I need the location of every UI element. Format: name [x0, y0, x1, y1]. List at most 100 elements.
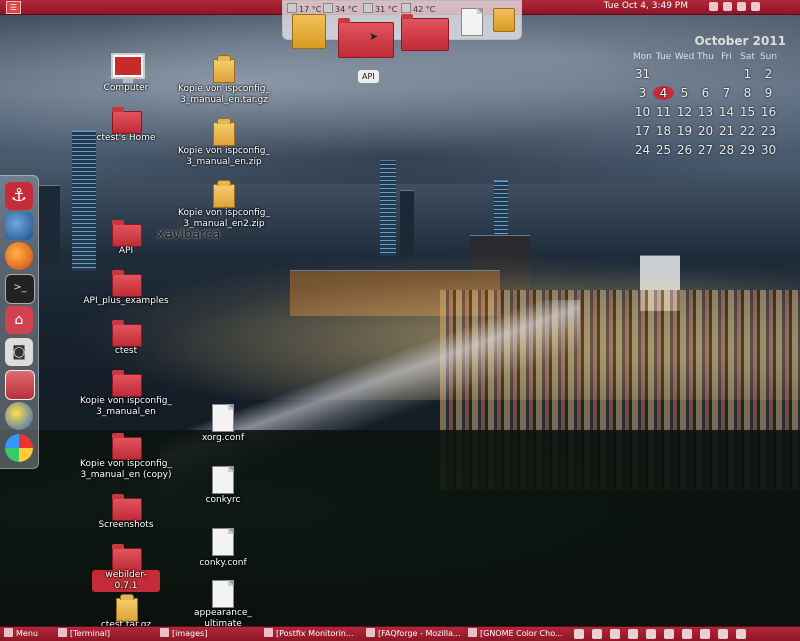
- calendar-day[interactable]: 27: [695, 143, 716, 157]
- battery-icon[interactable]: [737, 2, 746, 11]
- calendar-day[interactable]: 14: [716, 105, 737, 119]
- folder-icon[interactable]: [112, 494, 142, 521]
- tray-icon[interactable]: [646, 629, 656, 639]
- calendar-day[interactable]: 4: [653, 86, 674, 100]
- calendar-day[interactable]: 19: [674, 124, 695, 138]
- calendar-day[interactable]: 25: [653, 143, 674, 157]
- tray-icon[interactable]: [574, 629, 584, 639]
- package-icon[interactable]: [493, 8, 515, 32]
- ubuntu-menu-icon[interactable]: ☰: [6, 1, 21, 14]
- home-folder-icon[interactable]: [112, 107, 142, 134]
- calendar-day[interactable]: 13: [695, 105, 716, 119]
- folder-icon[interactable]: [112, 433, 142, 460]
- calendar-day[interactable]: 8: [737, 86, 758, 100]
- calendar-day[interactable]: 30: [758, 143, 779, 157]
- taskbar-item[interactable]: [Postfix Monitorin...: [264, 628, 362, 640]
- folder-icon[interactable]: [112, 544, 142, 571]
- text-file-icon[interactable]: [212, 528, 234, 556]
- document-icon[interactable]: [461, 8, 483, 36]
- tray-icon[interactable]: [610, 629, 620, 639]
- power-icon[interactable]: [751, 2, 760, 11]
- clock[interactable]: Tue Oct 4, 3:49 PM: [604, 1, 688, 11]
- folder-icon[interactable]: [112, 370, 142, 397]
- desktop-icon-label[interactable]: Kopie von ispconfig_ 3_manual_en: [70, 396, 182, 418]
- terminal-icon[interactable]: >_: [5, 274, 35, 304]
- calendar-day[interactable]: 3: [632, 86, 653, 100]
- calendar-day[interactable]: [716, 67, 737, 81]
- folder-stack-icon[interactable]: [5, 370, 35, 400]
- taskbar-item[interactable]: [images]: [160, 628, 260, 640]
- calendar-day[interactable]: 31: [632, 67, 653, 81]
- calendar-day[interactable]: 6: [695, 86, 716, 100]
- calendar-day[interactable]: 17: [632, 124, 653, 138]
- taskbar-item[interactable]: [Terminal]: [58, 628, 158, 640]
- network-icon[interactable]: [709, 2, 718, 11]
- text-file-icon[interactable]: [212, 404, 234, 432]
- desktop-icon-label[interactable]: conky.conf: [183, 558, 263, 569]
- calendar-day[interactable]: 29: [737, 143, 758, 157]
- color-chooser-icon[interactable]: [5, 434, 33, 462]
- computer-icon[interactable]: [111, 53, 145, 83]
- desktop-icon-label[interactable]: Kopie von ispconfig_ 3_manual_en.tar.gz: [168, 84, 280, 106]
- calendar-day[interactable]: [674, 67, 695, 81]
- calendar-day[interactable]: 21: [716, 124, 737, 138]
- text-file-icon[interactable]: [212, 466, 234, 494]
- desktop-icon-label[interactable]: xorg.conf: [183, 433, 263, 444]
- calendar-day[interactable]: 11: [653, 105, 674, 119]
- calendar-day[interactable]: 7: [716, 86, 737, 100]
- menu-button[interactable]: Menu: [4, 628, 38, 640]
- tray-icon[interactable]: [628, 629, 638, 639]
- calendar-day[interactable]: 1: [737, 67, 758, 81]
- folder-icon[interactable]: [292, 14, 326, 49]
- calendar-day[interactable]: [695, 67, 716, 81]
- firefox-icon[interactable]: [5, 242, 33, 270]
- tray-icon[interactable]: [592, 629, 602, 639]
- desktop-icon-label[interactable]: API_plus_examples: [76, 296, 176, 307]
- desktop-icon-label-selected[interactable]: webilder-0.7.1: [92, 570, 160, 592]
- folder-icon[interactable]: [112, 320, 142, 347]
- desktop-icon-label[interactable]: conkyrc: [183, 495, 263, 506]
- calendar-day[interactable]: 26: [674, 143, 695, 157]
- tray-icon[interactable]: [682, 629, 692, 639]
- tray-icon[interactable]: [736, 629, 746, 639]
- taskbar-item[interactable]: [GNOME Color Cho...: [468, 628, 564, 640]
- archive-icon[interactable]: [213, 118, 235, 146]
- calendar-day[interactable]: 5: [674, 86, 695, 100]
- folder-icon[interactable]: [401, 14, 449, 51]
- shield-icon[interactable]: [664, 629, 674, 639]
- calendar-day[interactable]: 15: [737, 105, 758, 119]
- calendar-day[interactable]: 22: [737, 124, 758, 138]
- taskbar-item[interactable]: [FAQforge - Mozilla...: [366, 628, 464, 640]
- desktop-icon-label[interactable]: ctest's Home: [86, 133, 166, 144]
- desktop-icon-label[interactable]: Kopie von ispconfig_ 3_manual_en.zip: [168, 146, 280, 168]
- tray-icon[interactable]: [700, 629, 710, 639]
- anchor-icon[interactable]: ⚓: [5, 182, 33, 210]
- archive-icon[interactable]: [213, 180, 235, 208]
- camera-icon[interactable]: ◙: [5, 338, 33, 366]
- desktop-icon-label[interactable]: Computer: [86, 83, 166, 94]
- calendar-day[interactable]: 12: [674, 105, 695, 119]
- desktop-icon-label[interactable]: API: [86, 246, 166, 257]
- calendar-day[interactable]: 2: [758, 67, 779, 81]
- folder-api-icon[interactable]: [338, 18, 394, 58]
- folder-icon[interactable]: [112, 270, 142, 297]
- globe-icon[interactable]: [5, 402, 33, 430]
- calendar-day[interactable]: 20: [695, 124, 716, 138]
- archive-icon[interactable]: [213, 55, 235, 83]
- desktop-icon-label[interactable]: Kopie von ispconfig_ 3_manual_en (copy): [70, 459, 182, 481]
- calendar-day[interactable]: 9: [758, 86, 779, 100]
- thunderbird-icon[interactable]: [5, 212, 33, 240]
- calendar-day[interactable]: [653, 67, 674, 81]
- calendar-day[interactable]: 10: [632, 105, 653, 119]
- calendar-day[interactable]: 16: [758, 105, 779, 119]
- home-folder-icon[interactable]: ⌂: [5, 306, 33, 334]
- tray-icon[interactable]: [718, 629, 728, 639]
- archive-icon[interactable]: [116, 594, 138, 622]
- volume-icon[interactable]: [723, 2, 732, 11]
- calendar-day[interactable]: 28: [716, 143, 737, 157]
- calendar-day[interactable]: 23: [758, 124, 779, 138]
- calendar-day[interactable]: 24: [632, 143, 653, 157]
- desktop-icon-label[interactable]: ctest: [86, 346, 166, 357]
- calendar-day[interactable]: 18: [653, 124, 674, 138]
- folder-icon[interactable]: [112, 220, 142, 247]
